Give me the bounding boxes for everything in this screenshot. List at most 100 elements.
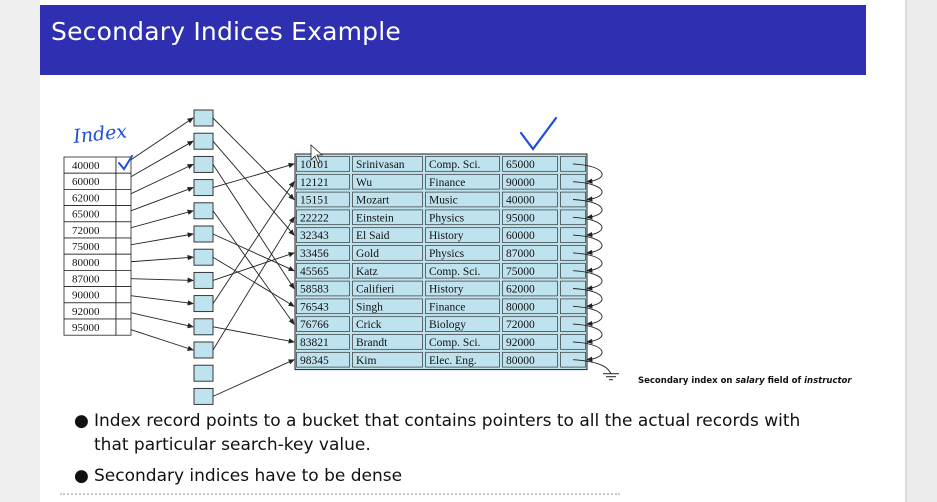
- diagram-caption: Secondary index on salary field of instr…: [638, 376, 852, 386]
- record-name-text: Gold: [356, 248, 379, 260]
- bullet-list: ● Index record points to a bucket that co…: [74, 409, 834, 495]
- bucket-cell: [193, 155, 214, 173]
- record-name-text: Kim: [356, 355, 377, 367]
- record-name-text: Singh: [356, 301, 383, 313]
- record-salary-text: 95000: [506, 212, 535, 224]
- bucket-to-record-pointer: [212, 233, 295, 272]
- handwritten-check-icon: [519, 116, 558, 151]
- bullet-item: ● Index record points to a bucket that co…: [74, 409, 834, 457]
- bullet-dot-icon: ●: [74, 411, 89, 431]
- bucket-cell: [193, 179, 214, 197]
- index-to-bucket-pointer: [122, 326, 194, 351]
- record-name-text: Wu: [356, 177, 372, 189]
- bucket-cell: [193, 364, 214, 382]
- record-id-text: 33456: [300, 248, 329, 260]
- record-id-text: 76543: [300, 301, 329, 313]
- index-key-text: 87000: [72, 273, 100, 285]
- record-salary-text: 92000: [506, 337, 535, 349]
- index-key-text: 65000: [72, 209, 100, 221]
- record-name-text: Crick: [356, 319, 382, 331]
- bucket-cell: [193, 318, 214, 336]
- bullet-item: ● Secondary indices have to be dense: [74, 464, 834, 488]
- bucket-to-record-pointer: [212, 180, 295, 304]
- record-dept-text: History: [429, 284, 464, 296]
- bullet-text: Index record points to a bucket that con…: [94, 411, 801, 455]
- index-key-text: 75000: [72, 241, 100, 253]
- record-dept-text: Comp. Sci.: [429, 159, 481, 171]
- bucket-to-record-pointer: [212, 162, 295, 189]
- record-name-text: Califieri: [356, 284, 394, 296]
- bullet-dot-icon: ●: [74, 466, 89, 486]
- record-salary-text: 40000: [506, 195, 535, 207]
- record-dept-text: Physics: [429, 212, 465, 224]
- index-to-bucket-pointer: [122, 277, 194, 283]
- bucket-to-record-pointer: [212, 117, 295, 201]
- bucket-to-record-pointer: [212, 252, 295, 281]
- bucket-cell: [193, 202, 214, 220]
- record-id-text: 22222: [300, 212, 329, 224]
- index-pointer-cell: [115, 286, 132, 304]
- record-salary-text: 80000: [506, 355, 535, 367]
- bucket-cell: [193, 271, 214, 289]
- index-to-bucket-pointer: [122, 294, 194, 306]
- index-pointer-cell: [115, 188, 132, 206]
- cut-off-text-line: [60, 493, 620, 499]
- caption-relation: instructor: [804, 376, 852, 386]
- caption-field: salary: [735, 376, 765, 386]
- bucket-cell: [193, 295, 214, 313]
- record-name-text: Mozart: [356, 195, 390, 207]
- bucket-cell: [193, 387, 214, 405]
- record-id-text: 10101: [300, 159, 329, 171]
- index-to-bucket-pointer: [122, 117, 194, 166]
- index-pointer-cell: [115, 172, 132, 190]
- record-dept-text: Comp. Sci.: [429, 337, 481, 349]
- record-dept-text: Finance: [429, 177, 465, 189]
- record-name-text: El Said: [356, 230, 390, 242]
- record-id-text: 15151: [300, 195, 329, 207]
- record-name-text: Katz: [356, 266, 378, 278]
- index-to-bucket-pointer: [122, 209, 194, 231]
- index-pointer-cell: [115, 221, 132, 239]
- record-salary-text: 80000: [506, 301, 535, 313]
- index-key-text: 95000: [72, 322, 100, 334]
- bucket-to-record-pointer: [212, 359, 295, 397]
- record-id-text: 98345: [300, 355, 329, 367]
- bucket-to-record-pointer: [212, 216, 295, 351]
- record-salary-text: 75000: [506, 266, 535, 278]
- index-pointer-cell: [115, 269, 132, 287]
- index-key-text: 92000: [72, 306, 100, 318]
- record-id-text: 58583: [300, 284, 329, 296]
- record-id-text: 76766: [300, 319, 329, 331]
- index-to-bucket-pointer: [122, 232, 194, 247]
- index-pointer-cell: [115, 253, 132, 271]
- handwritten-index-label: Index: [71, 120, 128, 148]
- index-key-text: 60000: [72, 176, 100, 188]
- bucket-to-record-pointer: [212, 210, 295, 325]
- bucket-to-record-pointer: [212, 164, 295, 290]
- index-key-text: 80000: [72, 257, 100, 269]
- record-dept-text: Music: [429, 195, 458, 207]
- bucket-to-record-pointer: [212, 140, 295, 236]
- index-key-text: 40000: [72, 160, 100, 172]
- bullet-text: Secondary indices have to be dense: [94, 466, 403, 486]
- bucket-cell: [193, 109, 214, 127]
- record-salary-text: 90000: [506, 177, 535, 189]
- index-key-text: 62000: [72, 192, 100, 204]
- index-pointer-cell: [115, 237, 132, 255]
- bucket-cell: [193, 341, 214, 359]
- index-to-bucket-pointer: [122, 254, 194, 263]
- record-salary-text: 62000: [506, 284, 535, 296]
- record-name-text: Einstein: [356, 212, 394, 224]
- record-id-text: 45565: [300, 266, 329, 278]
- record-id-text: 12121: [300, 177, 329, 189]
- index-key-text: 72000: [72, 225, 100, 237]
- record-dept-text: Finance: [429, 301, 465, 313]
- record-salary-text: 60000: [506, 230, 535, 242]
- index-key-text: 90000: [72, 290, 100, 302]
- record-id-text: 32343: [300, 230, 329, 242]
- bucket-to-record-pointer: [212, 326, 295, 344]
- record-salary-text: 65000: [506, 159, 535, 171]
- index-to-bucket-pointer: [122, 140, 194, 182]
- caption-middle: field of: [764, 376, 805, 386]
- record-id-text: 83821: [300, 337, 329, 349]
